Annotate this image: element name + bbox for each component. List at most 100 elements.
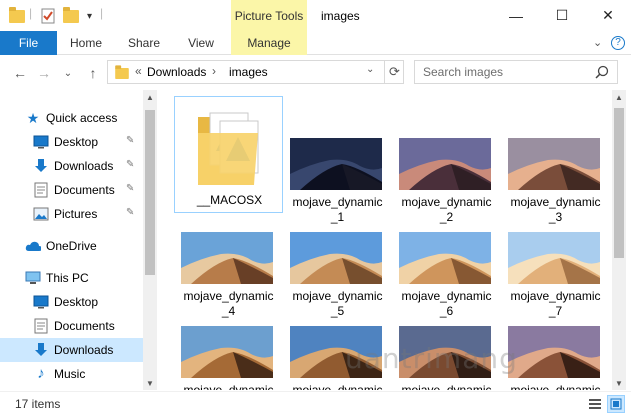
nav-item-desktop[interactable]: Desktop (0, 290, 143, 314)
music-icon: ♪ (37, 364, 45, 382)
nav-item-pictures-pinned[interactable]: Pictures ✎ (0, 202, 143, 226)
nav-item-desktop-pinned[interactable]: Desktop ✎ (0, 130, 143, 154)
title-bar: | ▾ | Picture Tools images — ☐ ✕ (0, 0, 631, 31)
image-thumbnail (399, 232, 491, 284)
nav-label: Music (54, 367, 86, 381)
back-button[interactable]: ← (10, 64, 30, 82)
file-name-suffix: _4 (221, 304, 236, 318)
address-overflow-icon[interactable]: « (135, 64, 142, 78)
forward-button[interactable]: → (34, 64, 54, 82)
image-thumbnail (508, 138, 600, 190)
details-view-icon[interactable] (586, 395, 604, 413)
pictures-icon (33, 206, 49, 222)
new-folder-icon[interactable] (63, 6, 79, 26)
ribbon-collapse-icon[interactable]: ⌄ (593, 36, 602, 49)
download-icon (33, 342, 49, 358)
nav-item-this-pc[interactable]: This PC (0, 266, 143, 290)
scroll-up-icon[interactable]: ▲ (143, 90, 157, 104)
search-box[interactable] (414, 60, 618, 84)
file-item[interactable]: mojave_dynamic _3 (501, 96, 610, 224)
nav-item-quick-access[interactable]: ★ Quick access (0, 106, 143, 130)
window-title: images (321, 9, 360, 23)
file-name: mojave_dynamic (292, 383, 383, 390)
address-row: ← → ⌄ ↑ « Downloads › images ⌄ ⟳ (0, 56, 631, 90)
file-item[interactable]: mojave_dynamic _7 (501, 224, 610, 318)
close-button[interactable]: ✕ (585, 0, 631, 31)
maximize-button[interactable]: ☐ (539, 0, 585, 31)
minimize-button[interactable]: — (493, 0, 539, 31)
pin-icon[interactable]: ✎ (126, 159, 134, 170)
qat-customize-icon[interactable]: ▾ (87, 6, 92, 26)
file-name: mojave_dynamic (401, 289, 492, 303)
nav-item-documents-pinned[interactable]: Documents ✎ (0, 178, 143, 202)
documents-icon (33, 182, 49, 198)
image-thumbnail (290, 232, 382, 284)
file-name: mojave_dynamic (183, 289, 274, 303)
recent-locations-button[interactable]: ⌄ (58, 64, 78, 82)
up-button[interactable]: ↑ (83, 64, 103, 82)
nav-item-documents[interactable]: Documents (0, 314, 143, 338)
search-icon[interactable] (595, 65, 609, 79)
status-bar: 17 items (0, 391, 631, 415)
nav-label: Desktop (54, 135, 99, 149)
file-item[interactable]: mojave_dynamic _5 (283, 224, 392, 318)
pin-icon[interactable]: ✎ (126, 207, 134, 218)
tab-manage[interactable]: Manage (231, 31, 307, 55)
breadcrumb-downloads[interactable]: Downloads (147, 65, 206, 79)
content-scrollbar[interactable]: ▲ ▼ (612, 90, 626, 390)
nav-scrollbar[interactable]: ▲ ▼ (143, 90, 157, 390)
breadcrumb-images[interactable]: images (229, 65, 268, 79)
help-icon[interactable]: ? (611, 36, 625, 50)
desktop-icon (33, 134, 49, 150)
tab-view[interactable]: View (180, 31, 222, 55)
item-count: 17 items (15, 397, 61, 411)
file-item[interactable]: mojave_dynamic _2 (392, 96, 501, 224)
tab-share[interactable]: Share (122, 31, 166, 55)
scroll-up-icon[interactable]: ▲ (612, 90, 626, 104)
file-name: mojave_dynamic (292, 289, 383, 303)
content-scroll-thumb[interactable] (614, 108, 624, 258)
large-icons-view-icon[interactable] (607, 395, 625, 413)
tab-home[interactable]: Home (63, 31, 109, 55)
star-icon: ★ (26, 109, 40, 126)
file-name: mojave_dynamic (510, 383, 601, 390)
file-item[interactable]: mojave_dynamic _4 (174, 224, 283, 318)
image-thumbnail (399, 138, 491, 190)
nav-item-music[interactable]: ♪ Music (0, 362, 143, 386)
desktop-icon (33, 294, 49, 310)
explorer-folder-icon (9, 6, 25, 26)
picture-tools-context-label: Picture Tools (231, 0, 307, 31)
file-item[interactable]: mojave_dynamic _1 (283, 96, 392, 224)
nav-scroll-thumb[interactable] (145, 110, 155, 275)
file-name-suffix: _2 (439, 210, 454, 224)
address-folder-icon (114, 65, 130, 80)
file-name-suffix: _5 (330, 304, 345, 318)
nav-item-onedrive[interactable]: OneDrive (0, 234, 143, 258)
folder-item[interactable]: __MACOSX (174, 96, 283, 213)
nav-item-downloads[interactable]: Downloads (0, 338, 143, 362)
image-thumbnail (181, 232, 273, 284)
image-thumbnail (290, 138, 382, 190)
nav-label: Documents (54, 183, 115, 197)
pin-icon[interactable]: ✎ (126, 135, 134, 146)
cloud-icon (25, 238, 41, 254)
breadcrumb-separator[interactable]: › (212, 64, 216, 78)
address-bar[interactable]: « Downloads › images ⌄ ⟳ (107, 60, 404, 84)
address-dropdown-icon[interactable]: ⌄ (366, 64, 374, 75)
pin-icon[interactable]: ✎ (126, 183, 134, 194)
file-item[interactable]: mojave_dynamic (174, 318, 283, 390)
download-icon (33, 158, 49, 174)
documents-icon (33, 318, 49, 334)
tab-file[interactable]: File (0, 31, 57, 55)
search-input[interactable] (423, 64, 593, 80)
folder-icon (196, 107, 262, 187)
file-name: mojave_dynamic (510, 289, 601, 303)
nav-item-downloads-pinned[interactable]: Downloads ✎ (0, 154, 143, 178)
nav-label: Downloads (54, 343, 114, 357)
properties-icon[interactable] (40, 6, 56, 26)
nav-label: Documents (54, 319, 115, 333)
scroll-down-icon[interactable]: ▼ (612, 376, 626, 390)
scroll-down-icon[interactable]: ▼ (143, 376, 157, 390)
file-item[interactable]: mojave_dynamic _6 (392, 224, 501, 318)
refresh-button[interactable]: ⟳ (384, 61, 404, 83)
